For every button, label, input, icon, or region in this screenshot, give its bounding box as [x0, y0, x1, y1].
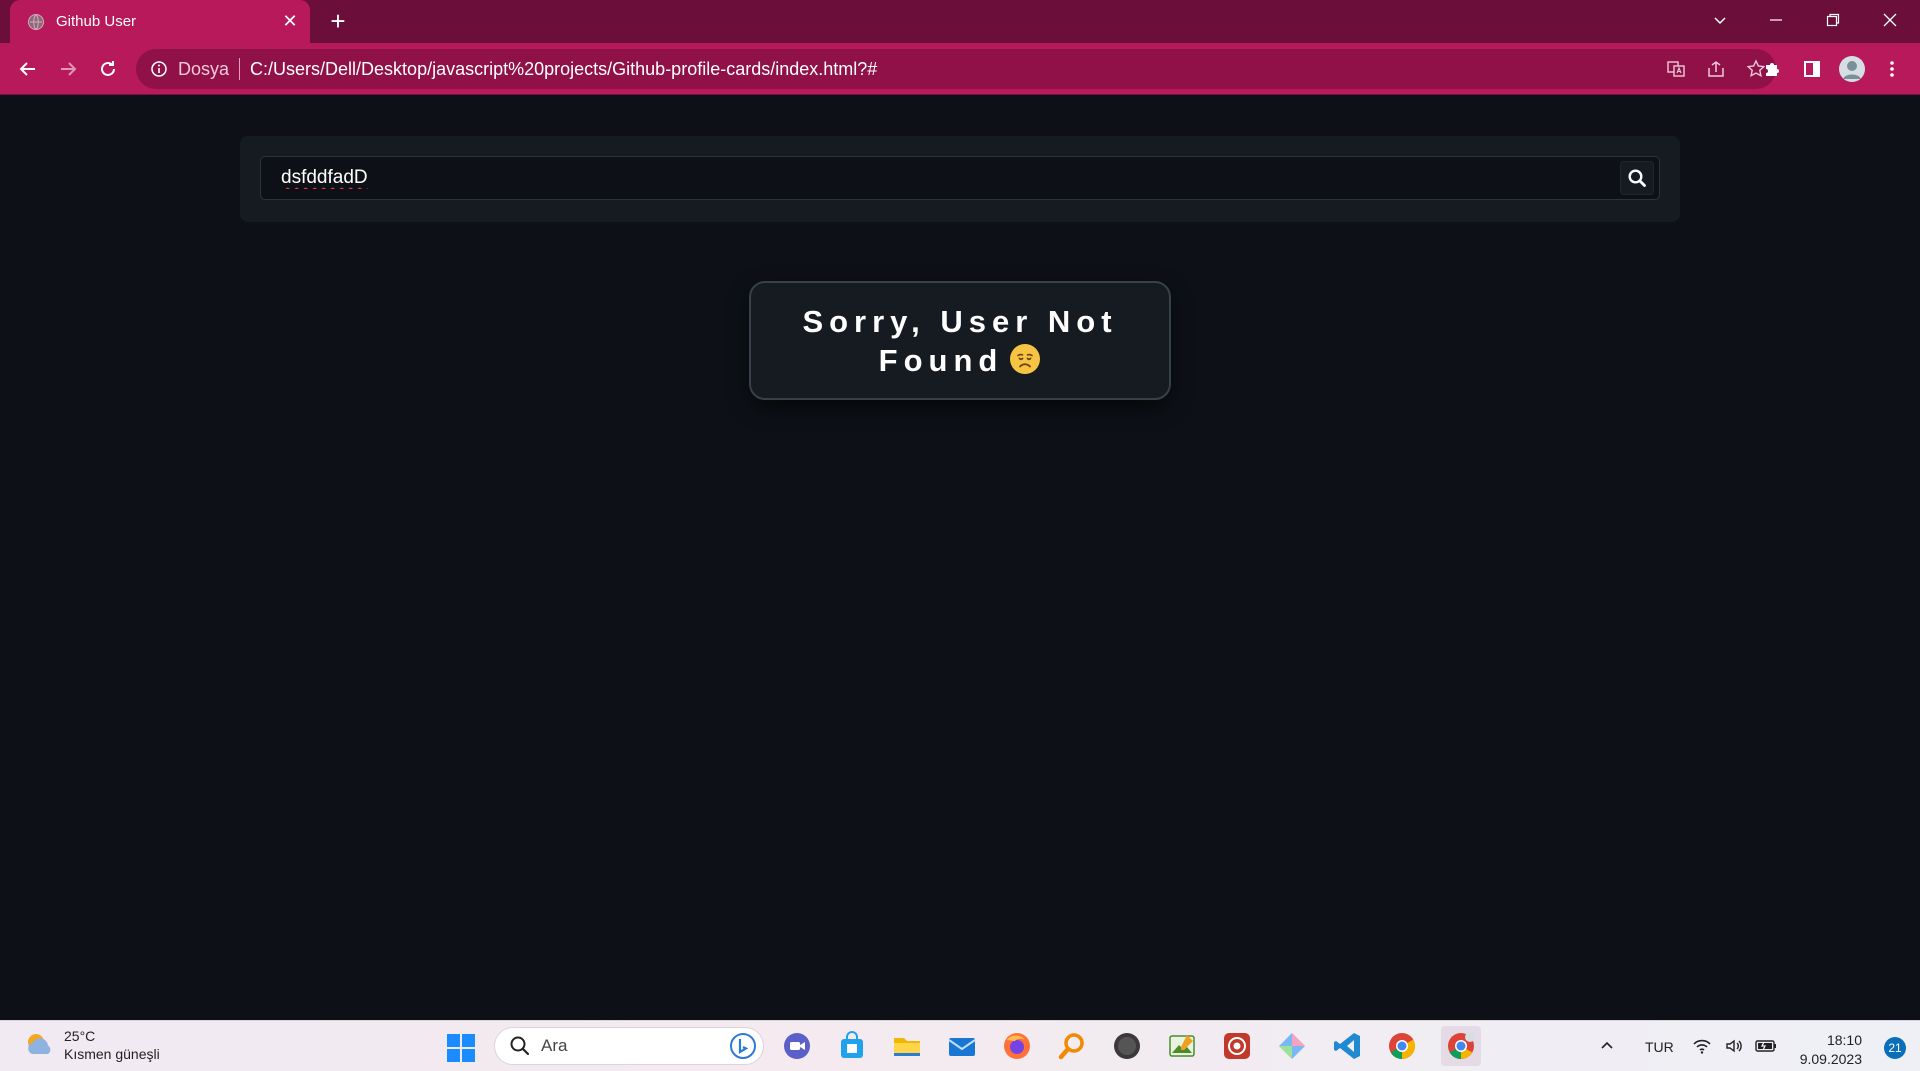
url-text[interactable]: C:/Users/Dell/Desktop/javascript%20proje…: [250, 59, 877, 80]
extensions-button[interactable]: [1756, 53, 1788, 85]
arrow-right-icon: [61, 62, 77, 76]
share-icon[interactable]: [1696, 49, 1736, 89]
clock-date: 9.09.2023: [1799, 1051, 1862, 1067]
address-separator: [239, 58, 241, 80]
kebab-menu-icon: [1890, 61, 1894, 77]
vscode-icon: [1334, 1033, 1360, 1059]
video-chat-icon: [784, 1033, 810, 1059]
search-input[interactable]: [261, 157, 1621, 199]
search-button[interactable]: [1620, 161, 1654, 195]
show-hidden-icons-button[interactable]: [1595, 1030, 1619, 1062]
tab-search-button[interactable]: [1692, 0, 1748, 40]
image-editor-icon: [1169, 1035, 1195, 1057]
error-message: Sorry, User Not Found: [802, 303, 1118, 378]
minimize-button[interactable]: [1748, 0, 1804, 40]
notification-badge[interactable]: 21: [1884, 1037, 1906, 1059]
taskbar-search-label: Ara: [541, 1036, 568, 1055]
chevron-down-icon: [1714, 17, 1726, 25]
taskbar-search-box[interactable]: Ara: [494, 1027, 764, 1065]
profile-avatar-button[interactable]: [1836, 53, 1868, 85]
file-explorer-app[interactable]: [891, 1030, 923, 1062]
mail-icon: [948, 1038, 976, 1056]
search-icon: [510, 1036, 530, 1056]
reload-button[interactable]: [92, 53, 124, 85]
teams-chat-app[interactable]: [781, 1030, 813, 1062]
close-icon: [1883, 13, 1897, 27]
page-viewport: Sorry, User Not Found: [0, 96, 1920, 1020]
globe-icon: [28, 13, 44, 30]
store-app[interactable]: [836, 1030, 868, 1062]
menu-button[interactable]: [1876, 53, 1908, 85]
chevron-up-icon: [1601, 1041, 1613, 1049]
chrome-profile-app-active[interactable]: [1441, 1026, 1481, 1066]
system-clock[interactable]: 18:10 9.09.2023: [1800, 1031, 1862, 1069]
battery-status[interactable]: [1752, 1030, 1780, 1062]
windows-start-icon[interactable]: [446, 1033, 476, 1063]
clock-time: 18:10: [1826, 1032, 1862, 1048]
avatar: [1839, 56, 1865, 82]
firefox-icon: [1004, 1033, 1030, 1059]
store-bag-icon: [841, 1031, 863, 1058]
battery-charging-icon: [1755, 1040, 1776, 1052]
volume-control[interactable]: [1722, 1030, 1746, 1062]
search-tool-app[interactable]: [1056, 1030, 1088, 1062]
chrome-app[interactable]: [1386, 1030, 1418, 1062]
error-message-wrap: Sorry, User Not Found: [751, 302, 1169, 380]
weather-text: 25°C Kısmen güneşli: [64, 1027, 160, 1063]
magnifier-app-icon: [1058, 1033, 1084, 1060]
taskbar: 25°C Kısmen güneşli Ara TUR 18:10 9.09.2…: [0, 1020, 1920, 1071]
weather-widget[interactable]: 25°C Kısmen güneşli: [22, 1027, 160, 1063]
tab-close-icon[interactable]: ✕: [276, 8, 304, 36]
tab-title: Github User: [56, 13, 137, 30]
search-box: [260, 156, 1660, 200]
browser-tab[interactable]: Github User ✕: [10, 0, 310, 43]
recorder-app[interactable]: [1221, 1030, 1253, 1062]
minimize-icon: [1770, 19, 1782, 21]
obs-icon: [1114, 1033, 1140, 1059]
close-window-button[interactable]: [1862, 0, 1918, 40]
gitkraken-app[interactable]: [1276, 1030, 1308, 1062]
search-icon: [1628, 169, 1646, 187]
speaker-icon: [1726, 1039, 1742, 1053]
sad-face-icon: [1010, 343, 1041, 374]
back-button[interactable]: [12, 53, 44, 85]
diamond-app-icon: [1279, 1033, 1305, 1059]
restore-icon: [1826, 13, 1840, 27]
info-icon[interactable]: [150, 60, 168, 78]
forward-button[interactable]: [52, 53, 84, 85]
chrome-icon: [1389, 1033, 1416, 1060]
weather-condition: Kısmen güneşli: [64, 1046, 160, 1062]
mail-app[interactable]: [946, 1030, 978, 1062]
search-form: [240, 136, 1680, 222]
translate-icon[interactable]: [1656, 49, 1696, 89]
side-panel-icon: [1804, 61, 1820, 77]
chrome-icon: [1448, 1032, 1475, 1060]
obs-app[interactable]: [1111, 1030, 1143, 1062]
vscode-app[interactable]: [1331, 1030, 1363, 1062]
error-card: Sorry, User Not Found: [749, 281, 1171, 400]
puzzle-icon: [1766, 63, 1779, 76]
bing-icon[interactable]: [729, 1032, 757, 1060]
site-scheme-label: Dosya: [178, 58, 230, 79]
side-panel-button[interactable]: [1796, 53, 1828, 85]
network-status[interactable]: [1690, 1030, 1714, 1062]
address-bar[interactable]: Dosya C:/Users/Dell/Desktop/javascript%2…: [136, 49, 1776, 89]
tab-strip: Github User ✕ +: [0, 0, 1920, 43]
partly-sunny-icon: [28, 1034, 51, 1054]
image-editor-app[interactable]: [1166, 1030, 1198, 1062]
arrow-left-icon: [19, 62, 35, 76]
reload-icon: [101, 61, 115, 76]
record-icon: [1224, 1033, 1250, 1059]
wifi-icon: [1693, 1039, 1711, 1054]
input-language[interactable]: TUR: [1645, 1039, 1674, 1055]
folder-icon: [894, 1038, 920, 1056]
restore-button[interactable]: [1805, 0, 1861, 40]
weather-temperature: 25°C: [64, 1028, 96, 1044]
firefox-app[interactable]: [1001, 1030, 1033, 1062]
new-tab-button[interactable]: +: [323, 6, 353, 36]
browser-toolbar: Dosya C:/Users/Dell/Desktop/javascript%2…: [0, 43, 1920, 95]
